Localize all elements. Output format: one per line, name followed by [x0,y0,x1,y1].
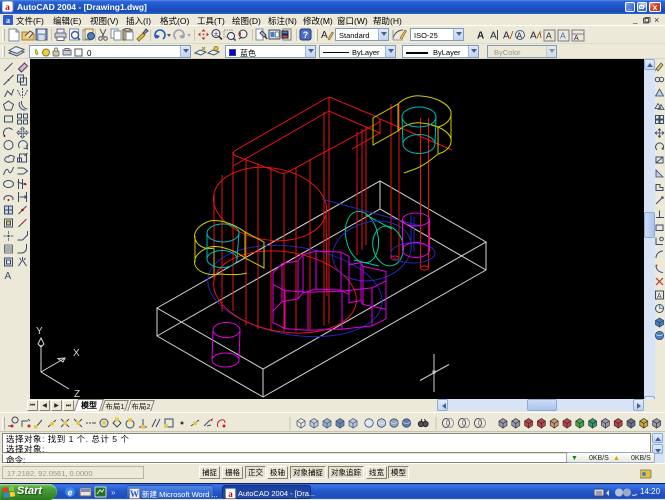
svg-text:A: A [5,271,12,282]
svg-text:A: A [517,31,523,41]
svg-text:A: A [490,31,497,42]
svg-text:0: 0 [87,49,92,58]
svg-text:A: A [560,31,566,41]
svg-text:?: ? [303,30,309,40]
svg-text:A: A [503,31,510,42]
svg-text:e: e [67,488,72,498]
svg-text:a: a [5,2,10,12]
svg-text:a: a [6,16,10,25]
svg-text:W: W [130,489,139,499]
svg-text:A: A [546,31,552,41]
svg-text:A: A [477,31,484,42]
svg-text:A: A [530,31,537,42]
svg-text:A: A [657,293,662,300]
svg-text:Y: Y [36,326,43,337]
svg-text:X: X [73,348,80,359]
svg-text:»: » [111,488,116,497]
svg-text:A: A [574,35,579,42]
svg-text:Z: Z [74,389,80,399]
svg-text:a: a [228,489,233,499]
svg-text:±: ± [214,31,218,38]
svg-text:A: A [321,30,328,41]
